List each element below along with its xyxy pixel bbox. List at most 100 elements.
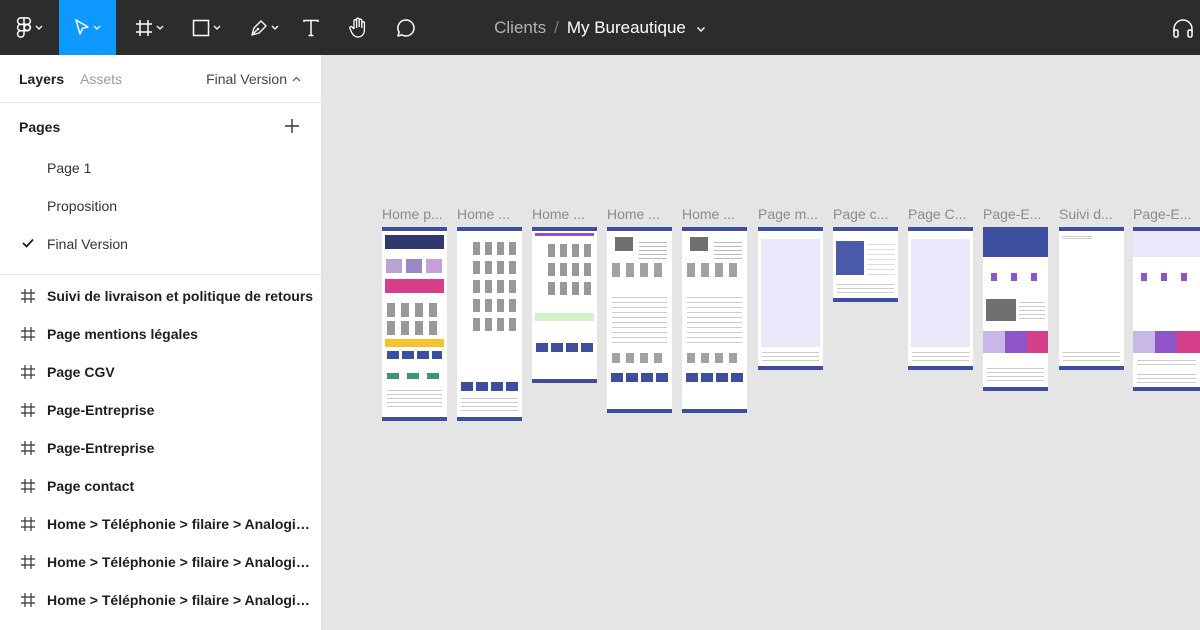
- layer-item[interactable]: Home > Téléphonie > filaire > Analogiq..…: [0, 543, 321, 581]
- frame-thumbnail[interactable]: [758, 227, 823, 370]
- thumbnail-text: [1019, 301, 1045, 319]
- main-menu-button[interactable]: [0, 0, 58, 55]
- add-page-button[interactable]: [281, 115, 303, 137]
- thumbnail-text: [1137, 357, 1196, 365]
- chevron-down-icon: [93, 25, 101, 30]
- layer-item[interactable]: Page CGV: [0, 353, 321, 391]
- tab-layers[interactable]: Layers: [19, 71, 64, 87]
- audio-button[interactable]: [1165, 0, 1200, 55]
- file-menu-chevron[interactable]: [696, 18, 706, 38]
- frame-label[interactable]: Suivi d...: [1059, 206, 1123, 222]
- page-item-final-version[interactable]: Final Version: [0, 225, 321, 263]
- tab-assets[interactable]: Assets: [80, 71, 122, 87]
- thumbnail-footer: [382, 417, 447, 421]
- comment-tool-button[interactable]: [389, 0, 423, 55]
- frame-label[interactable]: Home ...: [532, 206, 596, 222]
- file-name[interactable]: My Bureautique: [567, 18, 686, 38]
- frame-thumbnail[interactable]: [382, 227, 447, 421]
- thumbnail-image: [386, 259, 402, 273]
- panel-tabs: Layers Assets Final Version: [0, 55, 321, 103]
- frame-icon: [21, 365, 35, 379]
- layer-item[interactable]: Page-Entreprise: [0, 391, 321, 429]
- layer-item[interactable]: Home > Téléphonie > filaire > Analogique: [0, 581, 321, 619]
- hand-icon: [349, 17, 366, 38]
- thumbnail-text: [387, 387, 442, 407]
- thumbnail-tile: [1005, 331, 1027, 353]
- shape-tool-button[interactable]: [182, 0, 230, 55]
- thumbnail-cards: [536, 343, 593, 352]
- thumbnail-product-grid: [548, 239, 594, 301]
- headphones-icon: [1172, 18, 1193, 38]
- thumbnail-text: [714, 239, 742, 259]
- frame-icon: [21, 479, 35, 493]
- thumbnail-tile: [983, 331, 1005, 353]
- move-tool-button[interactable]: [59, 0, 116, 55]
- page-item-page-1[interactable]: Page 1: [0, 149, 321, 187]
- frame-thumbnail[interactable]: [1133, 227, 1200, 391]
- frame-thumbnail[interactable]: [833, 227, 898, 302]
- page-item-label: Final Version: [47, 236, 128, 252]
- thumbnail-product-row: [687, 353, 742, 363]
- layer-item[interactable]: Home > Téléphonie > filaire > Analogiq..…: [0, 505, 321, 543]
- thumbnail-footer: [457, 417, 522, 421]
- layer-item[interactable]: Page mentions légales: [0, 315, 321, 353]
- thumbnail-notice: [535, 313, 594, 321]
- layers-list: Suivi de livraison et politique de retou…: [0, 275, 321, 619]
- chevron-up-icon: [292, 76, 301, 81]
- frame-label[interactable]: Home ...: [457, 206, 521, 222]
- thumbnail-navbar: [382, 227, 447, 231]
- frame-thumbnail[interactable]: [457, 227, 522, 421]
- frame-label[interactable]: Page c...: [833, 206, 897, 222]
- frame-icon: [21, 441, 35, 455]
- page-item-proposition[interactable]: Proposition: [0, 187, 321, 225]
- comment-icon: [397, 18, 415, 37]
- frame-label[interactable]: Page C...: [908, 206, 972, 222]
- thumbnail-icons: [1141, 273, 1191, 281]
- frame-label[interactable]: Page-E...: [983, 206, 1047, 222]
- pen-tool-button[interactable]: [240, 0, 288, 55]
- hand-tool-button[interactable]: [341, 0, 375, 55]
- frame-label[interactable]: Home ...: [682, 206, 746, 222]
- thumbnail-image: [836, 241, 864, 275]
- design-canvas[interactable]: Home p... Home ... Home ... Home ... Hom…: [323, 55, 1200, 630]
- frame-tool-button[interactable]: [125, 0, 173, 55]
- frame-icon: [135, 19, 152, 36]
- frame-thumbnail[interactable]: [983, 227, 1048, 391]
- frame-thumbnail[interactable]: [682, 227, 747, 413]
- layer-item[interactable]: Page-Entreprise: [0, 429, 321, 467]
- frame-icon: [21, 555, 35, 569]
- thumbnail-text: [687, 293, 742, 343]
- frame-label[interactable]: Page-E...: [1133, 206, 1197, 222]
- pen-icon: [250, 19, 267, 36]
- thumbnail-form: [867, 241, 895, 275]
- thumbnail-footer: [908, 366, 973, 370]
- pages-list: Page 1 Proposition Final Version: [0, 149, 321, 263]
- thumbnail-text: [837, 281, 894, 293]
- thumbnail-strip: [385, 339, 444, 347]
- thumbnail-tile: [1155, 331, 1177, 353]
- thumbnail-image: [406, 259, 422, 273]
- frame-thumbnail[interactable]: [908, 227, 973, 370]
- thumbnail-tile: [1133, 331, 1155, 353]
- frame-label[interactable]: Page m...: [758, 206, 822, 222]
- thumbnail-navbar: [833, 227, 898, 231]
- figma-logo-icon: [16, 16, 31, 38]
- frame-thumbnail[interactable]: [532, 227, 597, 383]
- thumbnail-icons: [991, 273, 1041, 281]
- layer-label: Page contact: [47, 478, 135, 494]
- frame-label[interactable]: Home ...: [607, 206, 671, 222]
- layer-item[interactable]: Page contact: [0, 467, 321, 505]
- page-switcher[interactable]: Final Version: [206, 71, 301, 87]
- current-page-label: Final Version: [206, 70, 287, 87]
- breadcrumb-project[interactable]: Clients: [494, 18, 546, 38]
- text-tool-button[interactable]: [295, 0, 327, 55]
- layer-item[interactable]: Suivi de livraison et politique de retou…: [0, 277, 321, 315]
- page-item-label: Page 1: [47, 160, 92, 176]
- frame-icon: [21, 403, 35, 417]
- thumbnail-footer: [1059, 366, 1124, 370]
- frame-label[interactable]: Home p...: [382, 206, 446, 222]
- frame-thumbnail[interactable]: [607, 227, 672, 413]
- plus-icon: [285, 119, 299, 133]
- frame-thumbnail[interactable]: [1059, 227, 1124, 370]
- thumbnail-product-grid: [473, 237, 519, 337]
